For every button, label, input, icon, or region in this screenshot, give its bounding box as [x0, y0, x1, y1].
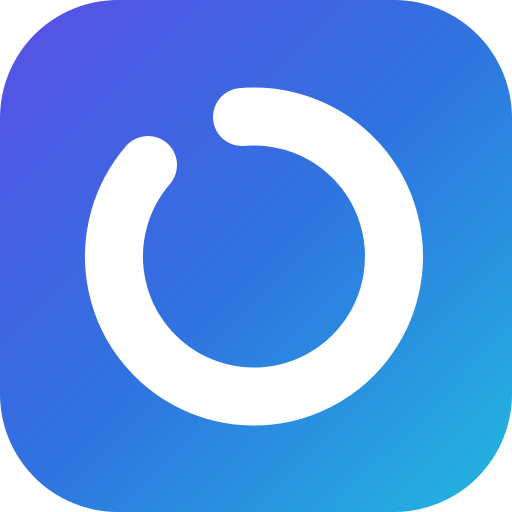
app-icon-background — [0, 0, 512, 512]
app-icon — [0, 0, 512, 512]
app-icon-graphic — [0, 0, 512, 512]
